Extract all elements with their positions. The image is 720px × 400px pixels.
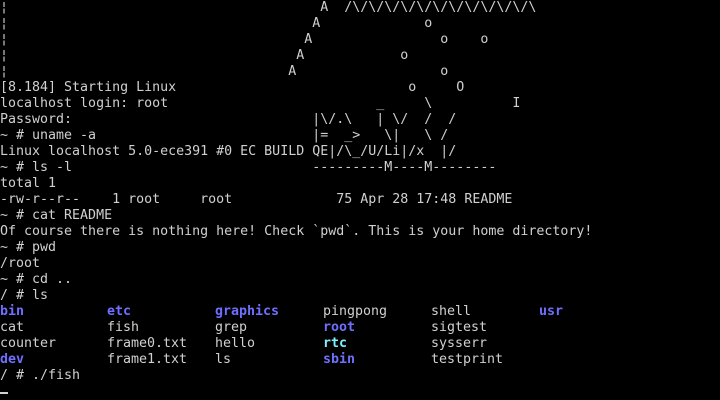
ls-entry: pingpong (323, 304, 388, 319)
terminal-line: ¦ A o (0, 16, 433, 31)
last-prompt: / # ./fish (0, 368, 81, 383)
terminal-line: ¦ A o (0, 64, 449, 79)
terminal-line: ~ # cat README (0, 208, 113, 223)
terminal-line: ~ # cd .. (0, 272, 73, 287)
terminal-line: / # ls (0, 288, 49, 303)
ls-entry: grep (215, 320, 248, 335)
terminal-line: -rw-r--r-- 1 root root 75 Apr 28 17:48 R… (0, 192, 513, 207)
ls-entry: shell (431, 304, 472, 319)
ls-entry: frame1.txt (107, 352, 188, 367)
ls-entry: frame0.txt (107, 336, 188, 351)
ls-entry: root (323, 320, 356, 335)
terminal-line: ¦ A o o (0, 32, 489, 47)
terminal-line: Of course there is nothing here! Check `… (0, 224, 593, 239)
terminal-line: [8.184] Starting Linux o O (0, 80, 465, 95)
ls-entry: counter (0, 336, 57, 351)
ls-entry: dev (0, 352, 25, 367)
ls-entry: rtc (323, 336, 348, 351)
terminal-screen[interactable]: ¦ A /\/\/\/\/\/\/\/\/\/\/\/\ ¦ A o ¦ A o o… (0, 0, 720, 400)
text-cursor (0, 392, 8, 394)
terminal-line: ¦ A o (0, 48, 409, 63)
ls-entry: usr (539, 304, 564, 319)
ls-entry: sbin (323, 352, 356, 367)
ls-entry: hello (215, 336, 256, 351)
ls-entry: bin (0, 304, 25, 319)
terminal-line: ~ # pwd (0, 240, 57, 255)
ls-entry: cat (0, 320, 25, 335)
terminal-line: ¦ A /\/\/\/\/\/\/\/\/\/\/\/\ (0, 0, 537, 15)
terminal-line: /root (0, 256, 41, 271)
terminal-line: Password: |\/.\ | \/ / / (0, 112, 457, 127)
ls-entry: fish (107, 320, 140, 335)
terminal-line: Linux localhost 5.0-ece391 #0 EC BUILD Q… (0, 144, 457, 159)
terminal-line: localhost login: root _ \ I (0, 96, 521, 111)
ls-entry: testprint (431, 352, 504, 367)
ls-entry: sysserr (431, 336, 488, 351)
terminal-line: ~ # ls -l ---------M----M-------- (0, 160, 497, 175)
ls-entry: sigtest (431, 320, 488, 335)
terminal-line: ~ # uname -a |= _> \| \ / (0, 128, 449, 143)
terminal-line: total 1 (0, 176, 57, 191)
ls-entry: ls (215, 352, 232, 367)
ls-entry: etc (107, 304, 132, 319)
ls-entry: graphics (215, 304, 280, 319)
